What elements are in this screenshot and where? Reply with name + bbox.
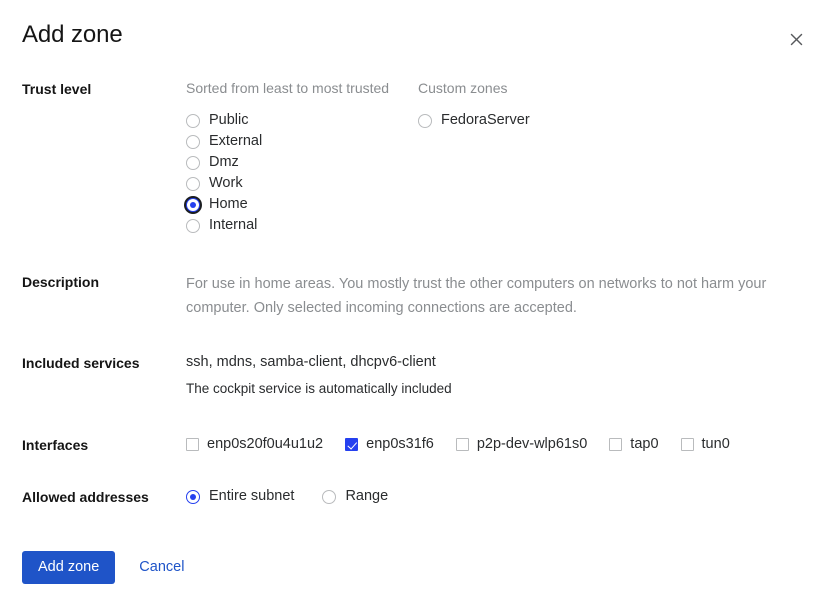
checkbox-label: p2p-dev-wlp61s0: [476, 436, 588, 452]
form-row-trust-level: Trust level Sorted from least to most tr…: [22, 66, 809, 236]
allowed-addresses-radio-range[interactable]: Range: [322, 487, 388, 506]
description-field: For use in home areas. You mostly trust …: [186, 272, 809, 320]
radio-label: Dmz: [209, 154, 239, 170]
dialog-footer: Add zone Cancel: [0, 551, 833, 608]
checkbox-icon[interactable]: [186, 438, 199, 451]
form-row-included-services: Included services ssh, mdns, samba-clien…: [22, 320, 809, 398]
interfaces-checkbox-group: enp0s20f0u4u1u2 enp0s31f6 p2p-dev-wlp61s0 t…: [186, 435, 809, 454]
allowed-addresses-label: Allowed addresses: [22, 489, 149, 505]
trust-level-sorted-column: Sorted from least to most trusted Public…: [186, 79, 418, 236]
radio-label: Work: [209, 175, 243, 191]
checkbox-label: tun0: [701, 436, 730, 452]
radio-button-icon[interactable]: [186, 134, 200, 149]
dialog-header: Add zone: [0, 0, 833, 66]
sorted-zones-heading: Sorted from least to most trusted: [186, 80, 390, 96]
interfaces-label: Interfaces: [22, 437, 89, 453]
radio-button-icon[interactable]: [418, 113, 432, 128]
dialog-body: Trust level Sorted from least to most tr…: [0, 66, 833, 506]
included-services-list: ssh, mdns, samba-client, dhcpv6-client: [186, 354, 436, 370]
included-services-field: ssh, mdns, samba-client, dhcpv6-client T…: [186, 353, 809, 398]
trust-level-field: Sorted from least to most trusted Public…: [186, 79, 809, 236]
add-zone-dialog: Add zone Trust level Sorted from least t…: [0, 0, 833, 608]
radio-button-icon[interactable]: [186, 113, 200, 128]
radio-label: FedoraServer: [441, 112, 530, 128]
radio-label: Home: [209, 196, 248, 212]
form-row-interfaces: Interfaces enp0s20f0u4u1u2 enp0s31f6 p2p-d…: [22, 398, 809, 454]
checkbox-icon[interactable]: [680, 438, 694, 451]
allowed-addresses-field: Entire subnet Range: [186, 487, 809, 506]
radio-label: Range: [345, 488, 389, 504]
add-zone-button[interactable]: Add zone: [22, 551, 116, 584]
radio-label: Internal: [209, 217, 258, 233]
form-row-description: Description For use in home areas. You m…: [22, 236, 809, 320]
included-services-label: Included services: [22, 355, 140, 371]
zone-radio-home[interactable]: Home: [186, 194, 418, 215]
allowed-addresses-radio-group: Entire subnet Range: [186, 487, 809, 506]
checkbox-label: tap0: [630, 436, 659, 452]
zone-radio-work[interactable]: Work: [186, 173, 418, 194]
interface-checkbox-p2p-dev-wlp61s0[interactable]: p2p-dev-wlp61s0: [455, 435, 588, 454]
radio-button-icon[interactable]: [322, 489, 337, 504]
checkbox-label: enp0s20f0u4u1u2: [207, 436, 324, 452]
included-services-note: The cockpit service is automatically inc…: [186, 381, 452, 396]
trust-level-custom-column: Custom zones FedoraServer: [418, 79, 809, 236]
cancel-button[interactable]: Cancel: [125, 551, 198, 584]
checkbox-checked-icon[interactable]: [345, 438, 359, 451]
radio-button-icon[interactable]: [186, 489, 200, 504]
interface-checkbox-enp0s20f0u4u1u2[interactable]: enp0s20f0u4u1u2: [186, 435, 323, 454]
allowed-addresses-radio-entire-subnet[interactable]: Entire subnet: [186, 487, 294, 506]
custom-zone-radio-fedoraserver[interactable]: FedoraServer: [418, 110, 809, 131]
trust-level-label: Trust level: [22, 81, 92, 97]
checkbox-icon[interactable]: [609, 438, 623, 451]
description-text: For use in home areas. You mostly trust …: [186, 276, 767, 316]
radio-button-icon[interactable]: [186, 176, 200, 191]
form-row-allowed-addresses: Allowed addresses Entire subnet Range: [22, 454, 809, 506]
checkbox-label: enp0s31f6: [366, 436, 434, 452]
close-icon: [790, 33, 803, 46]
radio-label: Public: [209, 112, 249, 128]
custom-zone-radio-group: FedoraServer: [418, 110, 809, 131]
close-button[interactable]: [781, 24, 811, 54]
radio-label: Entire subnet: [209, 488, 295, 504]
zone-radio-group: Public External Dmz Work Home Internal: [186, 110, 418, 236]
page-title: Add zone: [22, 21, 123, 48]
zone-radio-internal[interactable]: Internal: [186, 215, 418, 236]
radio-button-icon[interactable]: [186, 155, 200, 170]
zone-radio-public[interactable]: Public: [186, 110, 418, 131]
radio-label: External: [209, 133, 263, 149]
radio-button-icon[interactable]: [186, 218, 200, 233]
interface-checkbox-enp0s31f6[interactable]: enp0s31f6: [345, 435, 434, 454]
zone-radio-dmz[interactable]: Dmz: [186, 152, 418, 173]
description-label: Description: [22, 274, 100, 290]
interface-checkbox-tun0[interactable]: tun0: [680, 435, 730, 454]
radio-button-icon[interactable]: [186, 197, 200, 212]
interface-checkbox-tap0[interactable]: tap0: [609, 435, 659, 454]
zone-radio-external[interactable]: External: [186, 131, 418, 152]
custom-zones-heading: Custom zones: [418, 80, 508, 96]
interfaces-field: enp0s20f0u4u1u2 enp0s31f6 p2p-dev-wlp61s0 t…: [186, 435, 809, 454]
checkbox-icon[interactable]: [455, 438, 469, 451]
